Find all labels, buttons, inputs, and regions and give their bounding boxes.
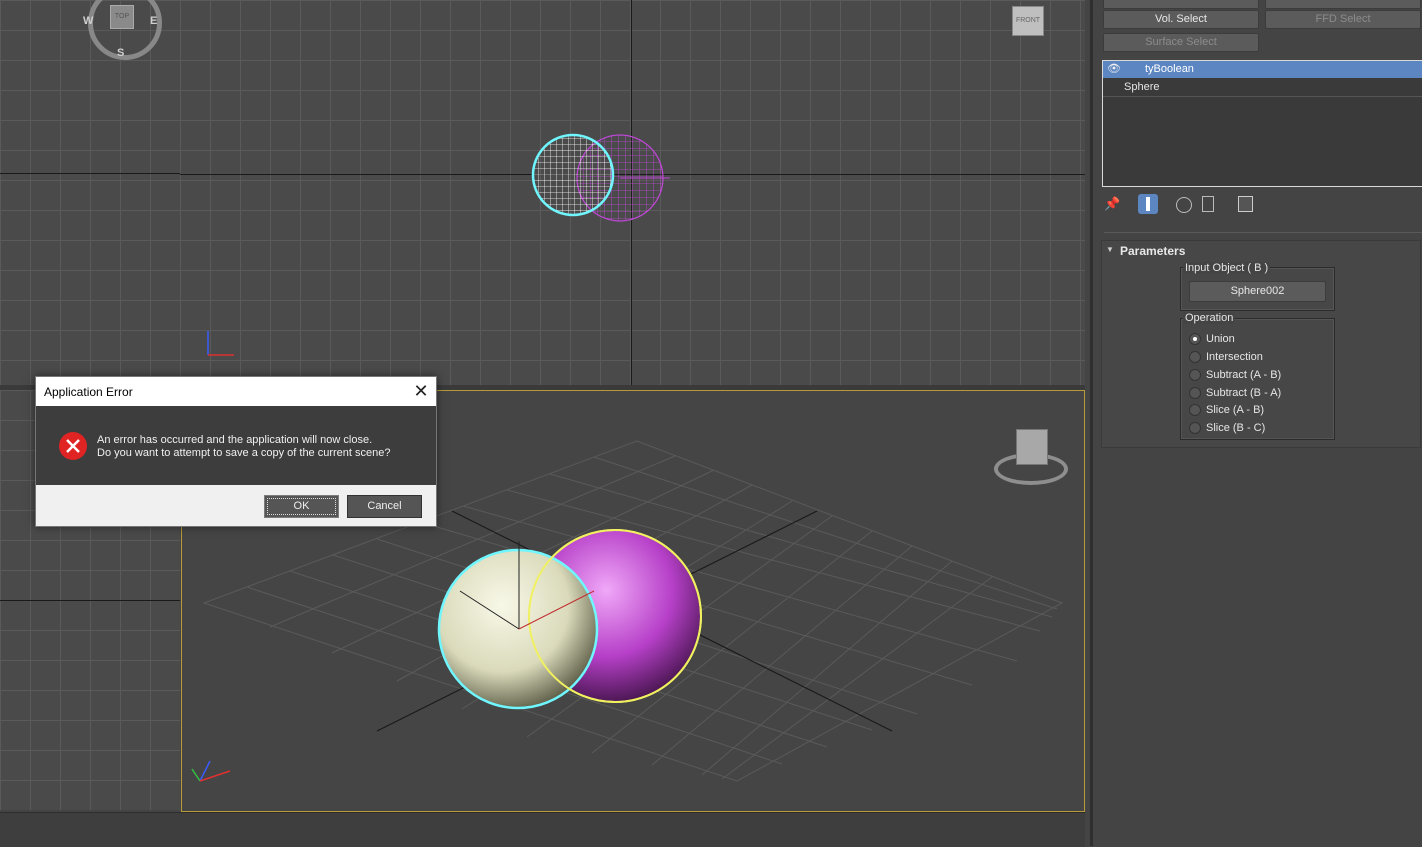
pin-stack-icon[interactable]: 📌 [1104, 196, 1120, 212]
input-object-pick-button[interactable]: Sphere002 [1189, 281, 1326, 302]
input-object-title: Input Object ( B ) [1183, 262, 1271, 274]
viewcube-top-face[interactable]: TOP [110, 5, 134, 29]
delete-modifier-icon[interactable] [1202, 196, 1214, 212]
stack-item-label: Sphere [1124, 81, 1160, 93]
radio-button[interactable] [1189, 351, 1201, 363]
radio-button[interactable] [1189, 387, 1201, 399]
compass-e: E [150, 15, 158, 27]
modifier-stack[interactable]: 👁 tyBoolean Sphere [1102, 60, 1422, 187]
compass-s: S [117, 47, 125, 59]
viewport-top-left[interactable] [0, 0, 180, 385]
radio-button[interactable] [1189, 333, 1201, 345]
dialog-footer: OK Cancel [36, 485, 436, 526]
viewcube-perspective[interactable] [994, 427, 1068, 485]
dialog-message-area: An error has occurred and the applicatio… [36, 406, 436, 485]
viewcube-box[interactable] [1016, 429, 1048, 465]
radio-button[interactable] [1189, 422, 1201, 434]
dialog-message-line2: Do you want to attempt to save a copy of… [97, 447, 391, 459]
show-end-result-icon[interactable] [1138, 194, 1158, 214]
cancel-button[interactable]: Cancel [347, 495, 422, 518]
dialog-message-line1: An error has occurred and the applicatio… [97, 434, 373, 446]
viewport-top[interactable]: FRONT [180, 0, 1085, 385]
stack-item-label: tyBoolean [1145, 63, 1194, 75]
dialog-message: An error has occurred and the applicatio… [97, 434, 391, 460]
top-view-spheres [531, 133, 670, 222]
close-icon[interactable]: ✕ [406, 377, 436, 406]
application-error-dialog: Application Error ✕ An error has occurre… [35, 376, 437, 527]
dialog-titlebar[interactable]: Application Error ✕ [36, 377, 436, 406]
compass-w: W [83, 15, 94, 27]
error-icon [59, 432, 87, 460]
top-sphere-white [531, 133, 615, 217]
panel-separator [1104, 232, 1422, 233]
stack-item-sphere[interactable]: Sphere [1103, 79, 1422, 97]
operation-title: Operation [1183, 312, 1236, 324]
poly-select-button[interactable] [1265, 0, 1421, 9]
configure-sets-icon[interactable] [1238, 196, 1253, 212]
make-unique-icon[interactable] [1176, 197, 1192, 213]
viewcube-front[interactable]: FRONT [1012, 6, 1044, 36]
status-strip [0, 812, 1085, 847]
ok-button[interactable]: OK [264, 495, 339, 518]
ffd-select-button[interactable]: FFD Select [1265, 10, 1421, 29]
stack-item-tyboolean[interactable]: 👁 tyBoolean [1103, 61, 1422, 78]
stack-toolbar: 📌 [1102, 194, 1262, 216]
rollout-title[interactable]: Parameters [1120, 244, 1185, 258]
axis-tripod [207, 331, 234, 356]
rollout-collapse-icon[interactable]: ▼ [1106, 245, 1114, 254]
mesh-select-button[interactable] [1103, 0, 1259, 9]
surface-select-button[interactable]: Surface Select [1103, 33, 1259, 52]
sphere-white [437, 548, 599, 710]
radio-button[interactable] [1189, 404, 1201, 416]
dialog-title: Application Error [44, 385, 133, 399]
radio-button[interactable] [1189, 369, 1201, 381]
eye-icon[interactable]: 👁 [1107, 61, 1121, 77]
vol-select-button[interactable]: Vol. Select [1103, 10, 1259, 29]
